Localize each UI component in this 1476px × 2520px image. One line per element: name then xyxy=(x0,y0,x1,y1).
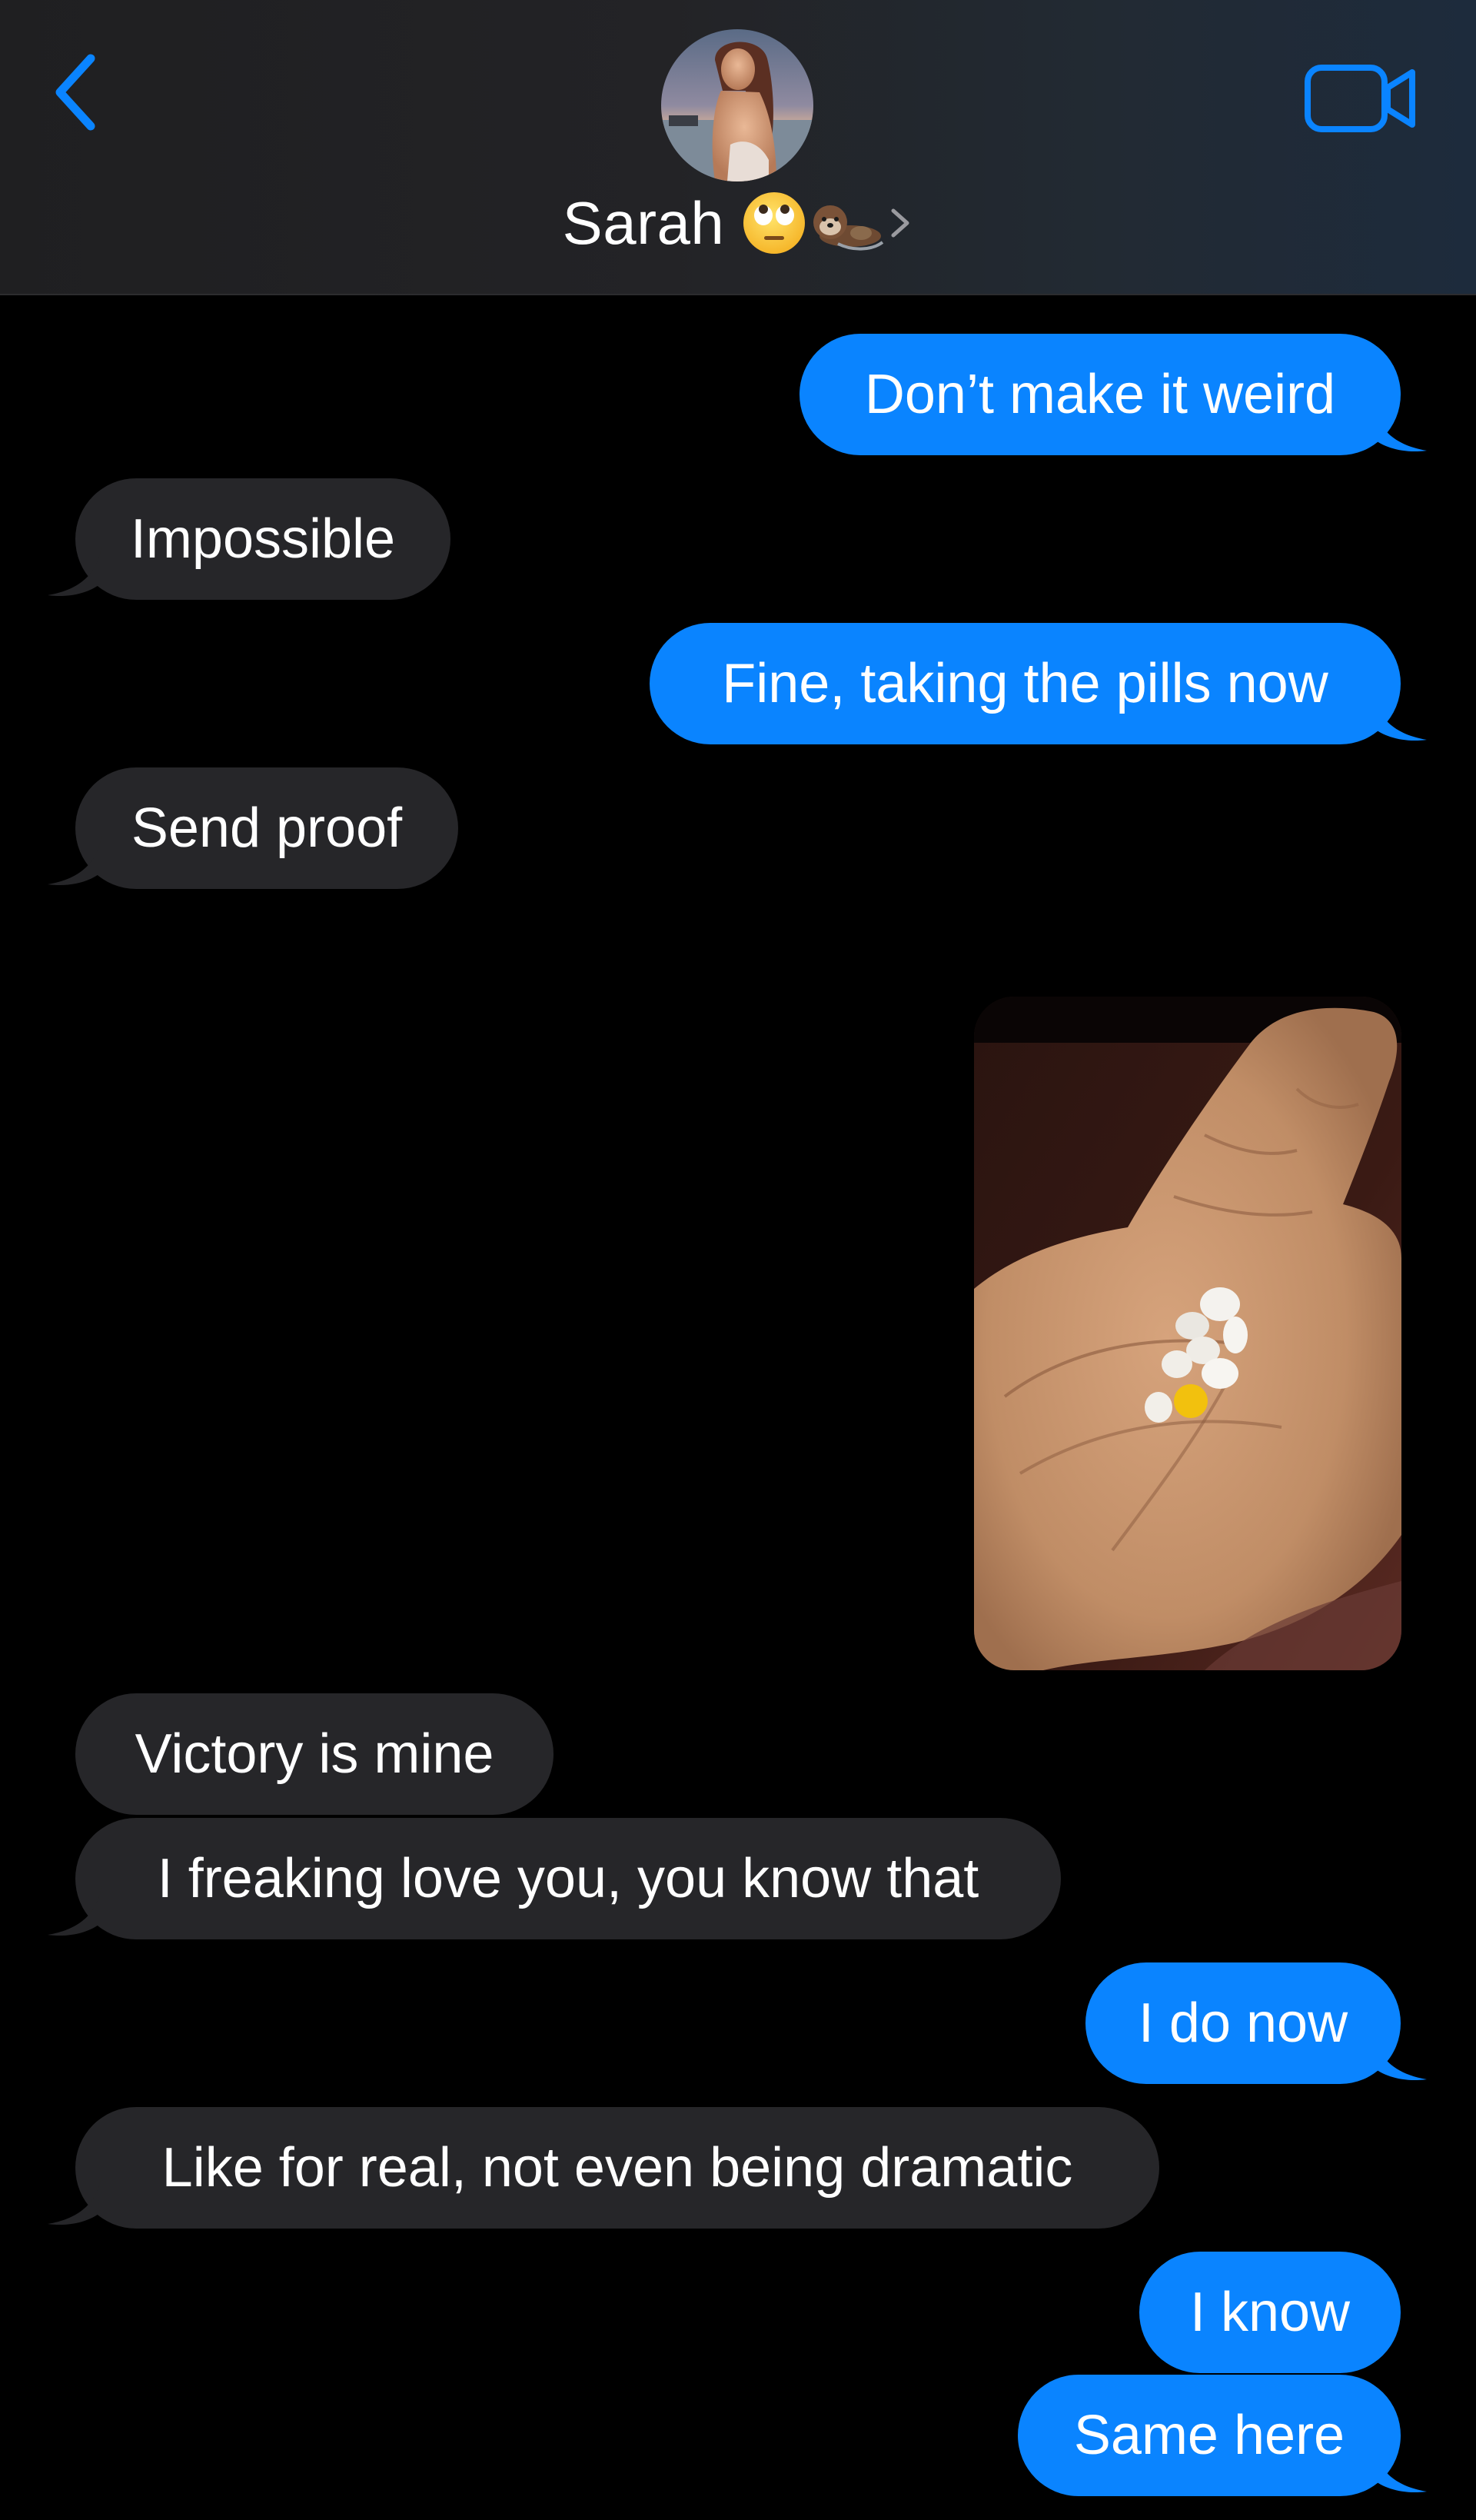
received-message-bubble[interactable]: Like for real, not even being dramatic xyxy=(75,2107,1159,2229)
message-text: Fine, taking the pills now xyxy=(722,653,1328,714)
received-bubble-tail xyxy=(48,546,101,597)
received-bubble-tail xyxy=(48,835,101,886)
messages-app: Sarah Don’t make it weird Impossible Fin… xyxy=(0,0,1476,2520)
hand-with-pills-photo xyxy=(974,997,1401,1670)
sent-bubble-tail xyxy=(1373,2030,1427,2081)
received-bubble-tail xyxy=(48,1886,101,1936)
received-message-bubble[interactable]: I freaking love you, you know that xyxy=(75,1818,1061,1939)
conversation-header: Sarah xyxy=(0,0,1476,295)
sent-message-bubble[interactable]: Same here xyxy=(1018,2375,1401,2496)
message-text: Same here xyxy=(1073,2405,1345,2466)
sent-bubble-tail xyxy=(1373,2442,1427,2493)
sent-message-bubble[interactable]: Fine, taking the pills now xyxy=(650,623,1401,744)
received-message-bubble[interactable]: Victory is mine xyxy=(75,1693,554,1815)
contact-name-button[interactable]: Sarah xyxy=(0,185,1476,261)
message-text: Impossible xyxy=(130,508,396,570)
contact-name: Sarah xyxy=(562,188,725,257)
sent-bubble-tail xyxy=(1373,401,1427,452)
message-text: I freaking love you, you know that xyxy=(157,1848,979,1909)
chevron-right-icon xyxy=(891,208,909,238)
sent-message-bubble[interactable]: Don’t make it weird xyxy=(800,334,1401,455)
chevron-left-icon xyxy=(55,54,95,131)
contact-avatar[interactable] xyxy=(661,29,813,181)
message-text: Victory is mine xyxy=(135,1723,494,1785)
sent-bubble-tail xyxy=(1373,691,1427,741)
received-bubble-tail xyxy=(48,2175,101,2225)
rolling-eyes-emoji-icon xyxy=(743,192,806,254)
message-text: Like for real, not even being dramatic xyxy=(161,2137,1073,2199)
sent-message-bubble[interactable]: I do now xyxy=(1085,1962,1401,2084)
message-text: Don’t make it weird xyxy=(864,364,1336,425)
avatar-photo xyxy=(661,29,813,181)
sent-message-bubble[interactable]: I know xyxy=(1139,2252,1401,2373)
message-text: I do now xyxy=(1138,1992,1348,2054)
otter-emoji-icon xyxy=(813,205,884,251)
sent-photo-message[interactable] xyxy=(974,997,1401,1670)
message-text: I know xyxy=(1189,2282,1351,2343)
name-emojis xyxy=(741,190,913,256)
message-text: Send proof xyxy=(131,797,403,859)
video-camera-icon xyxy=(1305,65,1415,132)
back-button[interactable] xyxy=(46,46,108,138)
received-message-bubble[interactable]: Impossible xyxy=(75,478,450,600)
received-message-bubble[interactable]: Send proof xyxy=(75,767,458,889)
video-call-button[interactable] xyxy=(1303,60,1418,137)
